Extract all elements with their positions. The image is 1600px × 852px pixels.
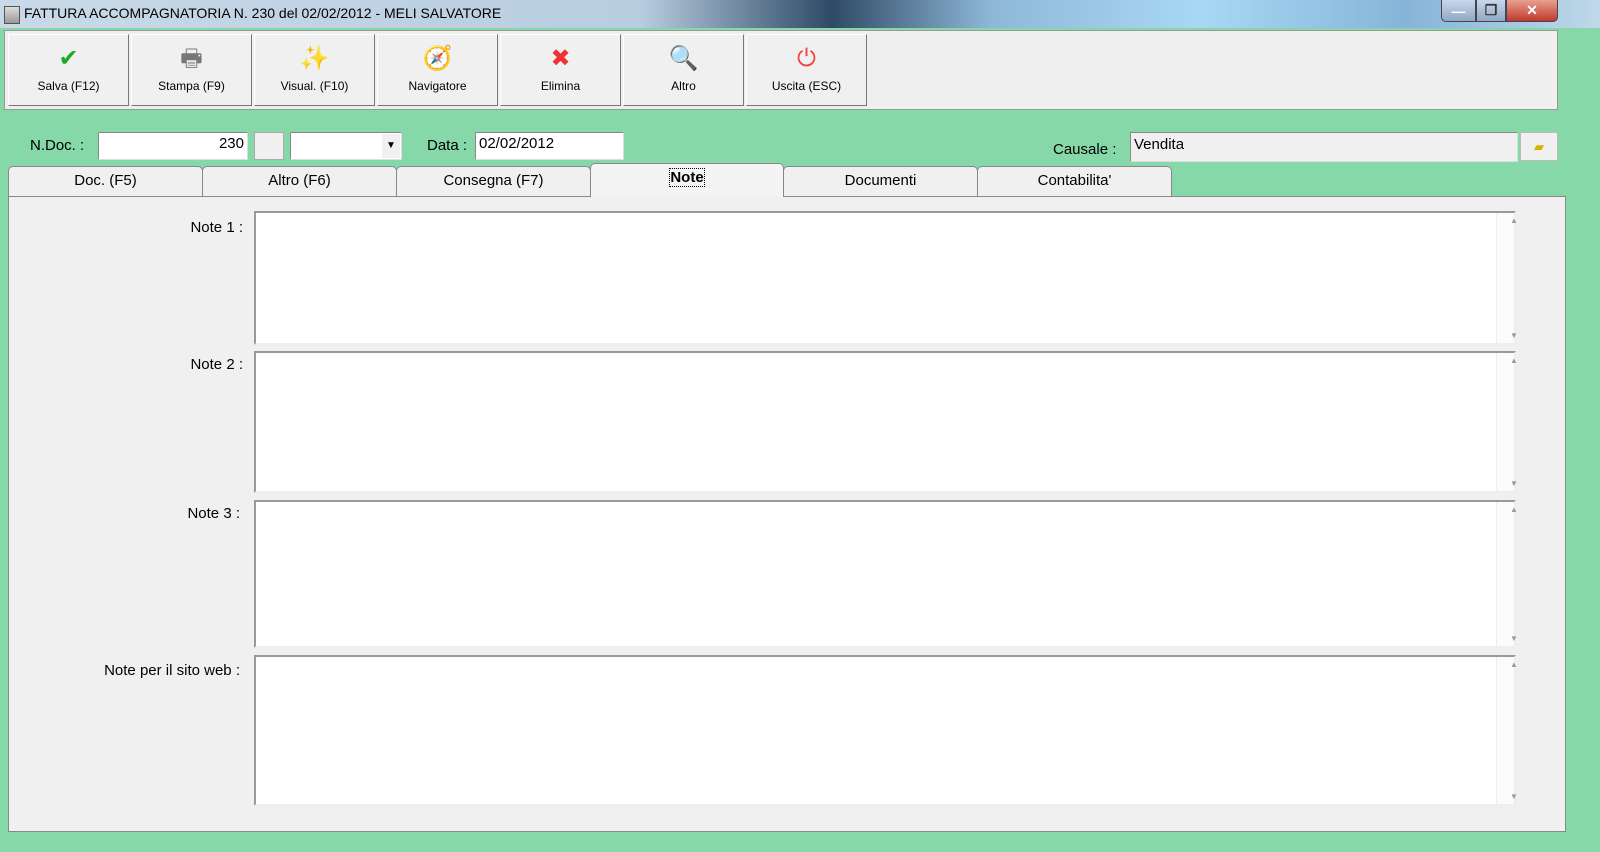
exit-label: Uscita (ESC) xyxy=(771,79,842,93)
navigator-label: Navigatore xyxy=(408,79,467,93)
save-button[interactable]: ✔ Salva (F12) xyxy=(8,34,129,106)
ndoc-label: N.Doc. : xyxy=(30,137,85,154)
web-note-textarea[interactable]: ▲ ▼ xyxy=(254,655,1518,806)
checkmark-icon: ✔ xyxy=(58,45,79,72)
note1-textarea[interactable]: ▲ ▼ xyxy=(254,211,1518,345)
tab-label: Contabilita' xyxy=(1037,172,1112,189)
close-button[interactable]: ✕ xyxy=(1506,0,1558,22)
exit-button[interactable]: ⏻ Uscita (ESC) xyxy=(746,34,867,106)
note2-label: Note 2 : xyxy=(190,356,243,373)
compass-icon: 🧭 xyxy=(422,45,453,72)
tab-consegna[interactable]: Consegna (F7) xyxy=(396,166,591,196)
save-label: Salva (F12) xyxy=(37,79,100,93)
ndoc-suffix-button[interactable] xyxy=(254,132,284,160)
tab-label: Doc. (F5) xyxy=(74,172,137,189)
tab-documenti[interactable]: Documenti xyxy=(783,166,978,196)
navigator-button[interactable]: 🧭 Navigatore xyxy=(377,34,498,106)
title-bar: FATTURA ACCOMPAGNATORIA N. 230 del 02/02… xyxy=(0,0,1600,28)
tab-label: Note xyxy=(669,168,705,187)
print-button[interactable]: 🖶 Stampa (F9) xyxy=(131,34,252,106)
date-input[interactable]: 02/02/2012 xyxy=(475,132,624,160)
scrollbar[interactable]: ▲ ▼ xyxy=(1496,657,1518,804)
scrollbar[interactable]: ▲ ▼ xyxy=(1496,502,1518,646)
power-icon: ⏻ xyxy=(797,45,816,72)
delete-button[interactable]: ✖ Elimina xyxy=(500,34,621,106)
web-note-label: Note per il sito web : xyxy=(104,662,240,679)
preview-button[interactable]: ✨ Visual. (F10) xyxy=(254,34,375,106)
window-title: FATTURA ACCOMPAGNATORIA N. 230 del 02/02… xyxy=(24,5,502,21)
note1-label: Note 1 : xyxy=(190,219,243,236)
chevron-down-icon[interactable]: ▼ xyxy=(382,134,400,158)
causale-label: Causale : xyxy=(1053,141,1117,158)
book-search-icon: 🔍 xyxy=(668,45,699,72)
toolbar: ✔ Salva (F12) 🖶 Stampa (F9) ✨ Visual. (F10)… xyxy=(4,30,1558,110)
scrollbar[interactable]: ▲ ▼ xyxy=(1496,353,1518,491)
restore-button[interactable]: ❐ xyxy=(1476,0,1506,22)
note3-textarea[interactable]: ▲ ▼ xyxy=(254,500,1518,648)
preview-label: Visual. (F10) xyxy=(280,79,349,93)
tab-label: Documenti xyxy=(844,172,917,189)
print-label: Stampa (F9) xyxy=(158,79,225,93)
tab-contabilita[interactable]: Contabilita' xyxy=(977,166,1172,196)
other-button[interactable]: 🔍 Altro xyxy=(623,34,744,106)
tab-altro[interactable]: Altro (F6) xyxy=(202,166,397,196)
app-icon xyxy=(4,6,20,24)
delete-label: Elimina xyxy=(540,79,581,93)
scrollbar[interactable]: ▲ ▼ xyxy=(1496,213,1518,343)
ndoc-input[interactable]: 230 xyxy=(98,132,248,160)
series-combo[interactable]: ▼ xyxy=(290,132,402,160)
tab-label: Consegna (F7) xyxy=(443,172,544,189)
minimize-button[interactable]: — xyxy=(1441,0,1476,22)
causale-input[interactable]: Vendita xyxy=(1130,132,1518,162)
delete-x-icon: ✖ xyxy=(550,45,571,72)
note2-textarea[interactable]: ▲ ▼ xyxy=(254,351,1518,493)
tab-doc[interactable]: Doc. (F5) xyxy=(8,166,203,196)
folder-icon[interactable]: ▰ xyxy=(1520,132,1558,161)
magic-wand-icon: ✨ xyxy=(299,45,330,72)
tab-label: Altro (F6) xyxy=(268,172,331,189)
note3-label: Note 3 : xyxy=(187,505,240,522)
tab-note[interactable]: Note xyxy=(590,163,784,197)
other-label: Altro xyxy=(671,79,696,93)
printer-icon: 🖶 xyxy=(180,45,203,72)
date-label: Data : xyxy=(427,137,468,154)
